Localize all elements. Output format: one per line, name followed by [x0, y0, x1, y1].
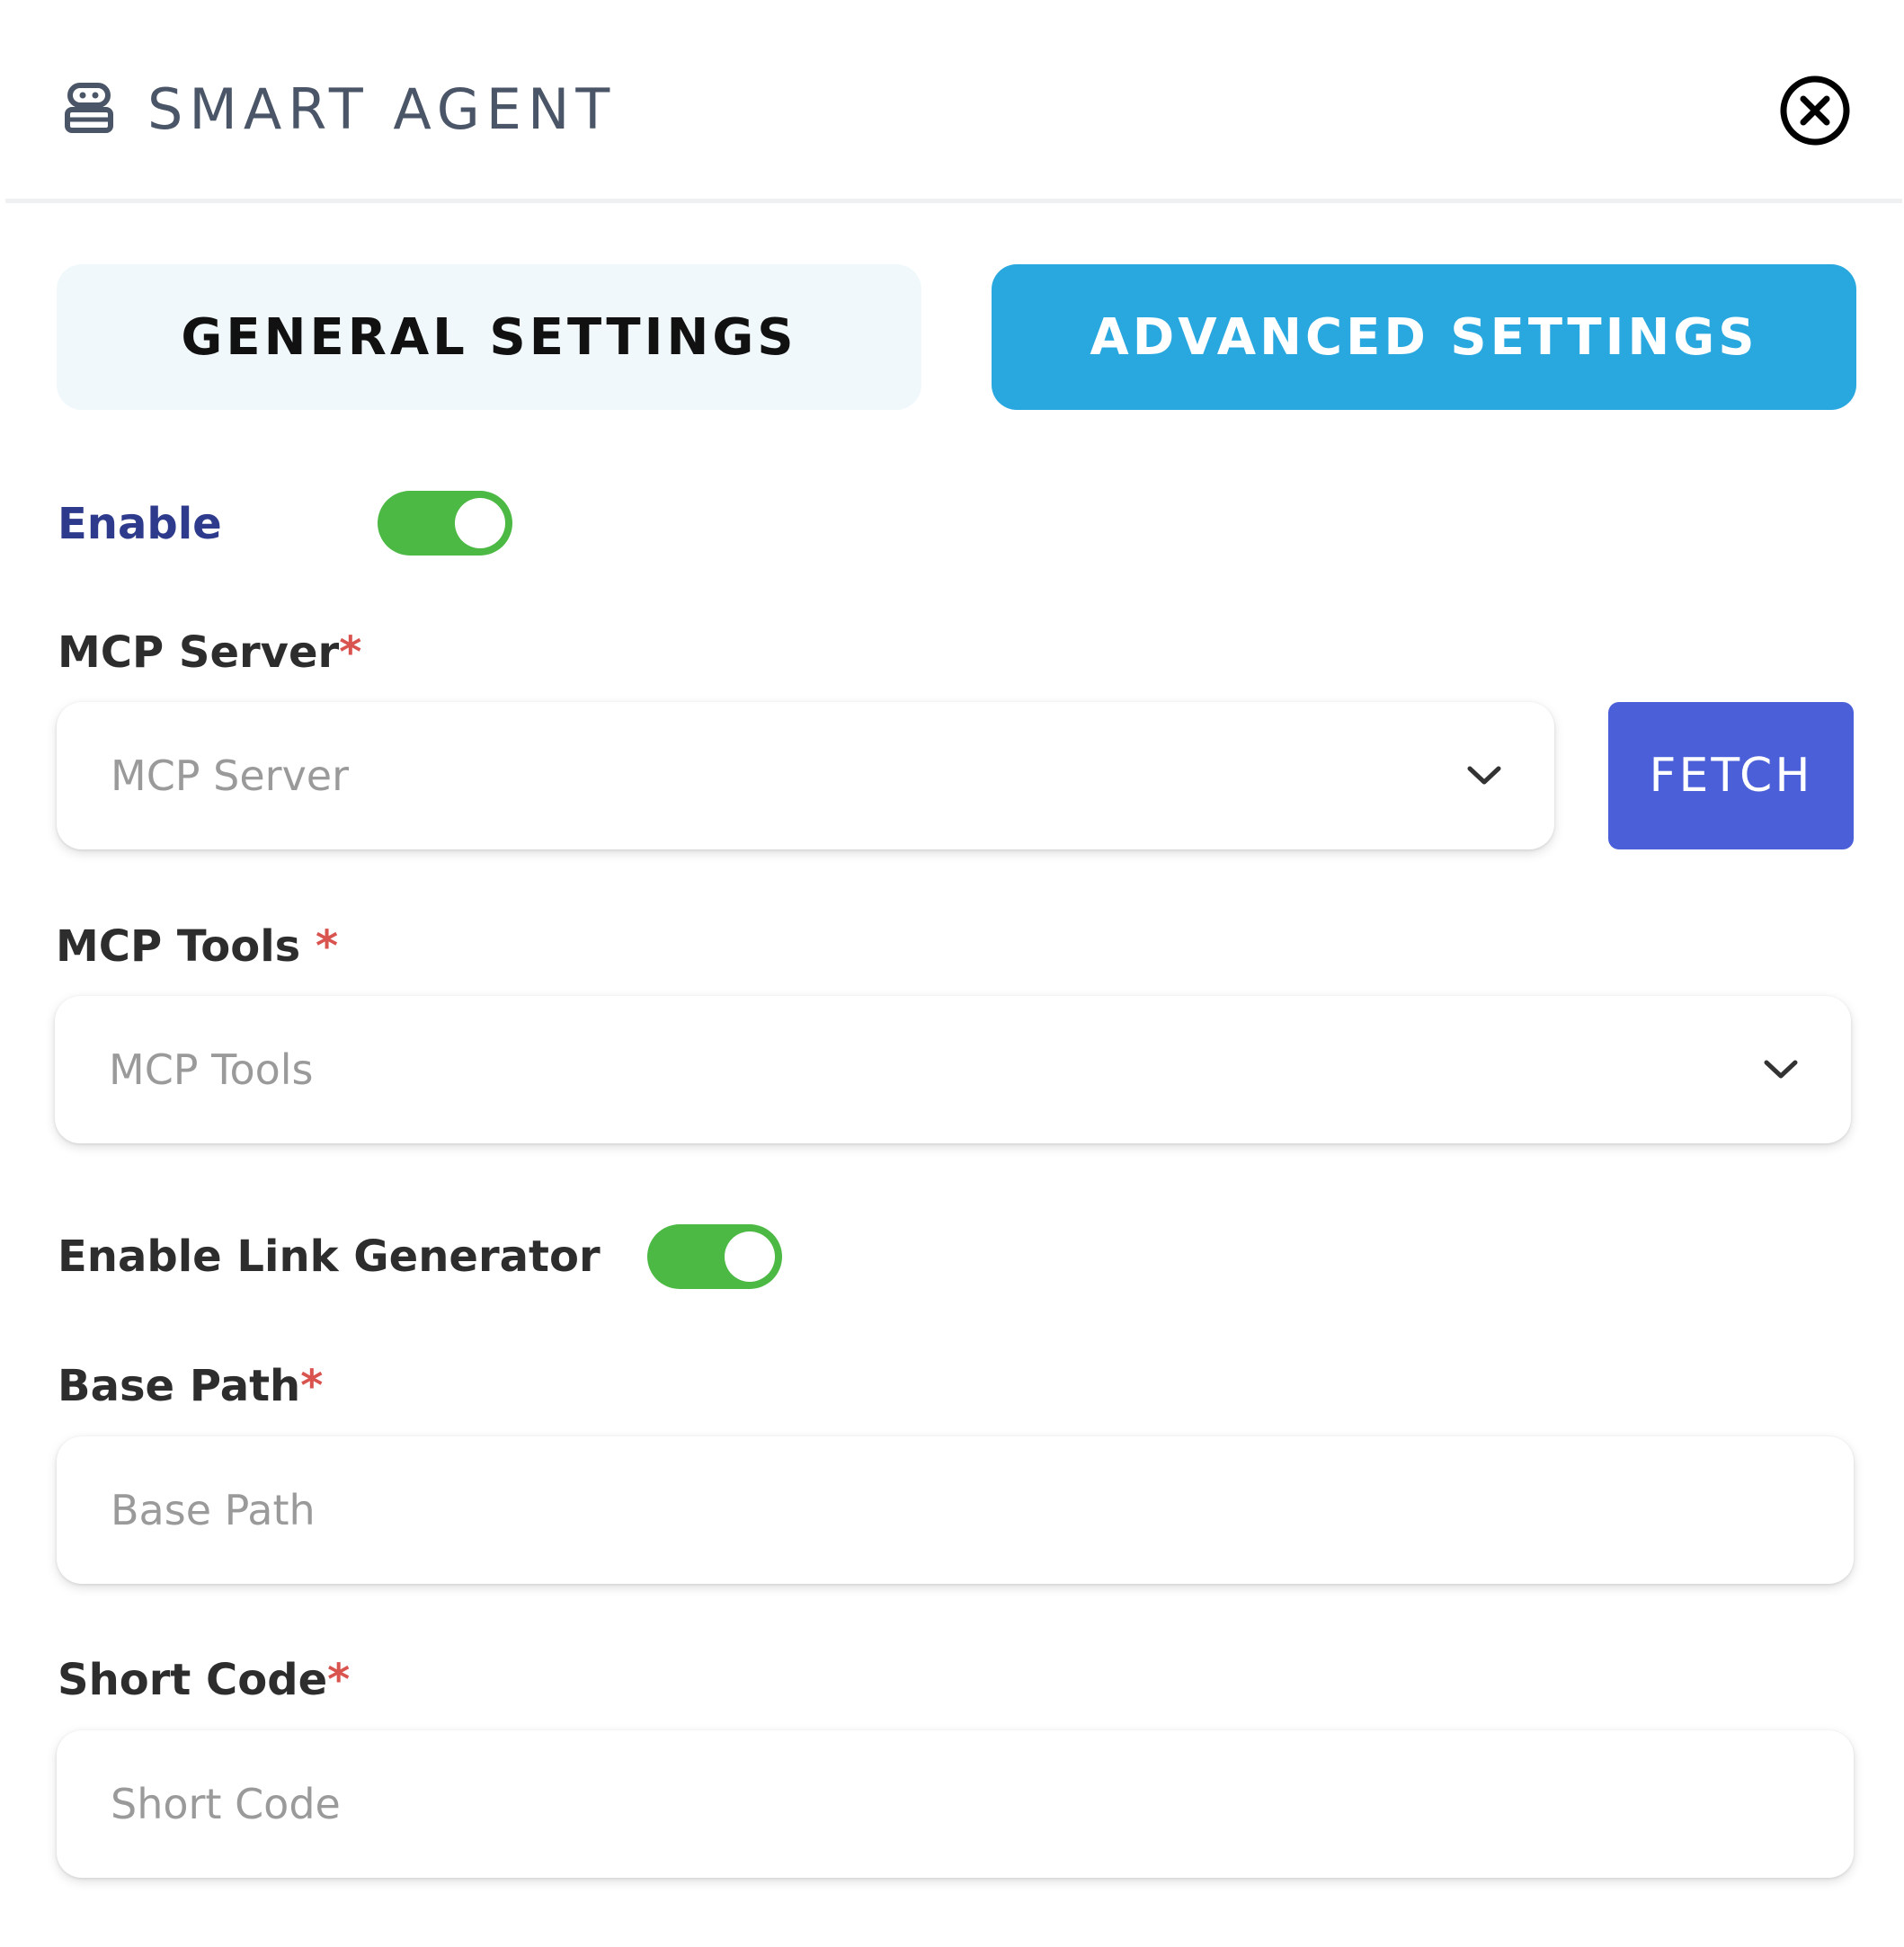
short-code-input[interactable]: Short Code: [57, 1730, 1854, 1878]
header-divider: [5, 199, 1902, 203]
required-mark: *: [339, 627, 362, 678]
required-mark: *: [327, 1655, 351, 1705]
chevron-down-icon: [1467, 766, 1501, 785]
chevron-down-icon: [1764, 1060, 1798, 1079]
close-icon[interactable]: [1778, 74, 1852, 147]
base-path-input[interactable]: Base Path: [57, 1436, 1854, 1584]
required-mark: *: [315, 921, 339, 972]
mcp-tools-label: MCP Tools *: [56, 920, 338, 974]
base-path-label: Base Path*: [58, 1359, 323, 1413]
mcp-server-select[interactable]: MCP Server: [57, 702, 1554, 849]
toggle-knob: [725, 1231, 775, 1282]
smart-agent-panel: SMART AGENT GENERAL SETTINGS ADVANCED SE…: [0, 0, 1904, 1947]
robot-icon: [65, 83, 113, 133]
mcp-server-label: MCP Server*: [58, 626, 361, 680]
link-generator-label: Enable Link Generator: [58, 1231, 601, 1282]
panel-title: SMART AGENT: [147, 76, 617, 142]
short-code-label-text: Short Code: [58, 1655, 328, 1705]
required-mark: *: [300, 1361, 324, 1411]
base-path-placeholder: Base Path: [111, 1486, 316, 1534]
mcp-tools-select[interactable]: MCP Tools: [55, 996, 1851, 1143]
toggle-knob: [455, 498, 505, 548]
short-code-placeholder: Short Code: [111, 1780, 341, 1828]
link-generator-toggle[interactable]: [647, 1224, 782, 1289]
enable-toggle[interactable]: [378, 491, 512, 556]
tab-advanced-settings[interactable]: ADVANCED SETTINGS: [992, 264, 1856, 410]
mcp-server-label-text: MCP Server: [58, 627, 340, 678]
fetch-button[interactable]: FETCH: [1608, 702, 1854, 849]
short-code-label: Short Code*: [58, 1653, 350, 1707]
tab-general-settings[interactable]: GENERAL SETTINGS: [57, 264, 921, 410]
mcp-tools-label-text: MCP Tools: [56, 921, 316, 972]
enable-label: Enable: [58, 499, 222, 549]
base-path-label-text: Base Path: [58, 1361, 301, 1411]
panel-header: SMART AGENT: [0, 0, 1904, 200]
mcp-tools-placeholder: MCP Tools: [109, 1045, 314, 1094]
mcp-server-placeholder: MCP Server: [111, 751, 350, 800]
